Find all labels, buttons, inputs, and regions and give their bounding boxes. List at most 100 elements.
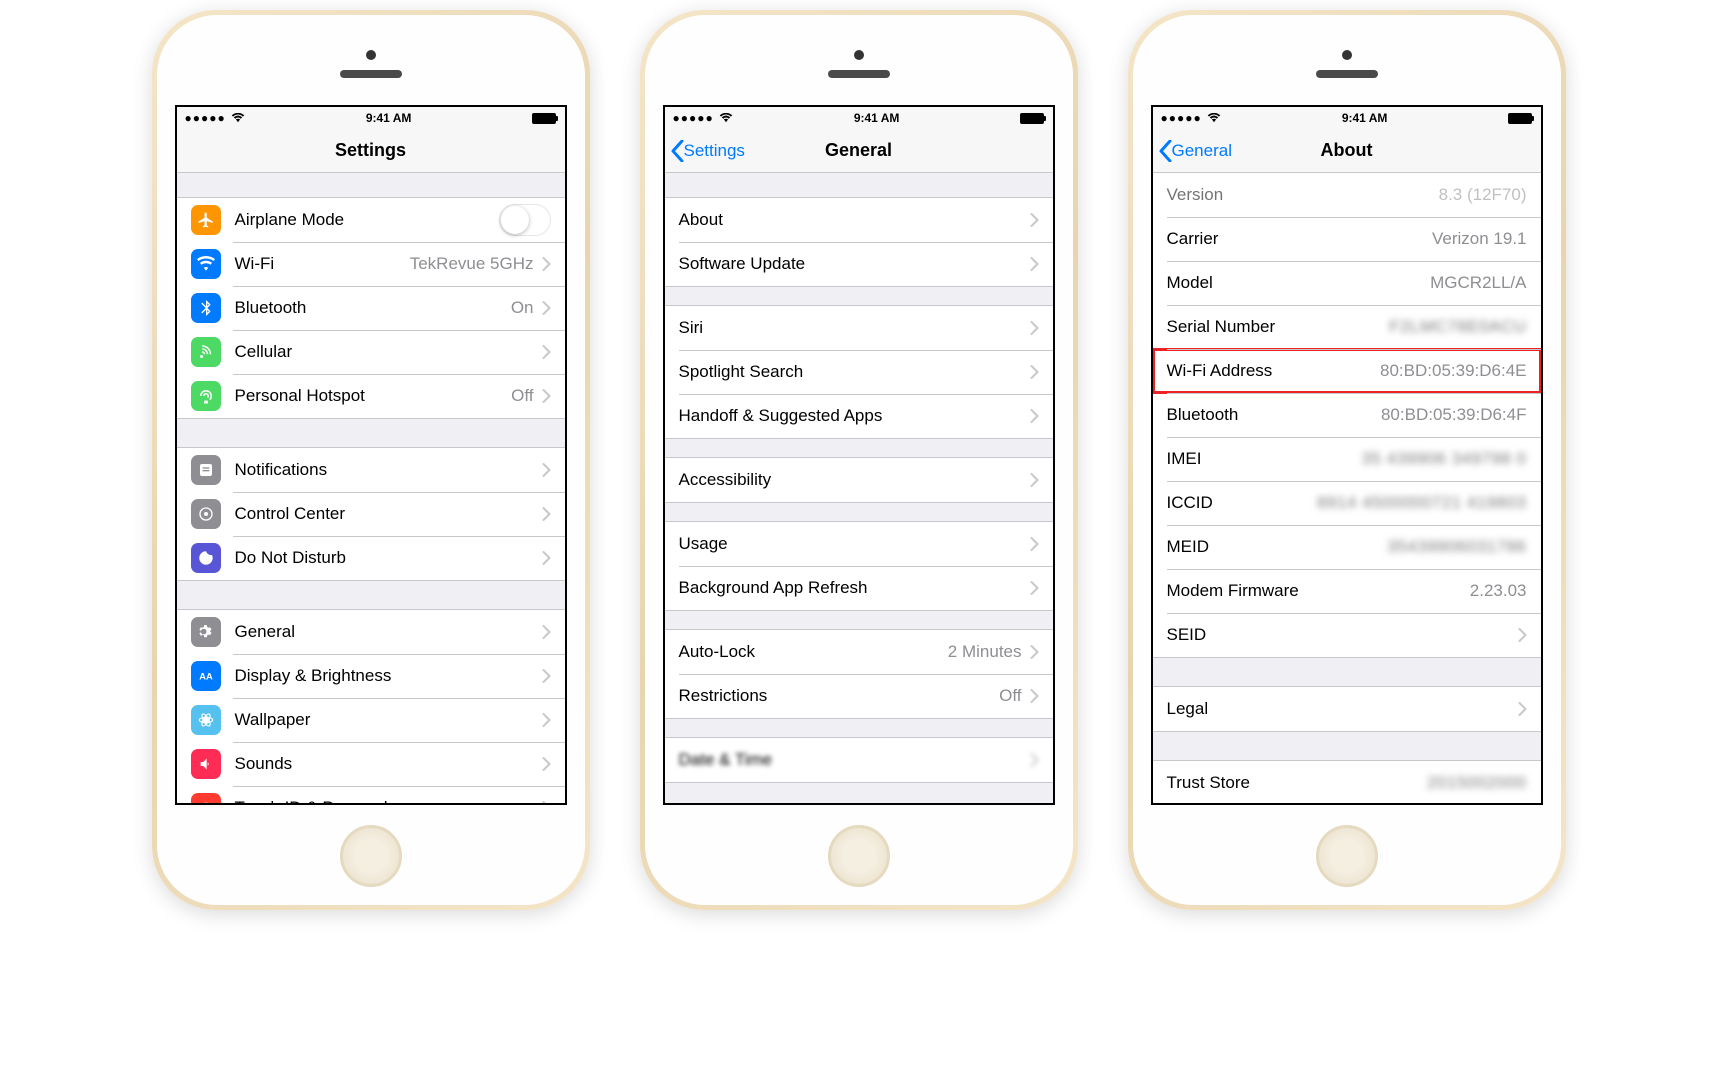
row-label: Wi-Fi	[235, 254, 410, 274]
row-label: Serial Number	[1167, 317, 1390, 337]
chevron-right-icon	[1030, 473, 1039, 487]
chevron-right-icon	[1518, 702, 1527, 716]
navbar: General About	[1153, 129, 1541, 173]
row-value: 2015002000	[1427, 773, 1527, 793]
about-list[interactable]: Version8.3 (12F70)CarrierVerizon 19.1Mod…	[1153, 173, 1541, 803]
row-label: Bluetooth	[1167, 405, 1381, 425]
chevron-right-icon	[1030, 365, 1039, 379]
row-value: F2LMC78E0ACU	[1389, 317, 1526, 337]
settings-row-background-app-refresh[interactable]: Background App Refresh	[665, 566, 1053, 610]
row-label: Carrier	[1167, 229, 1432, 249]
navbar: Settings General	[665, 129, 1053, 173]
settings-row-iccid: ICCID8914 4500000721 419803	[1153, 481, 1541, 525]
row-label: Cellular	[235, 342, 534, 362]
settings-row-about[interactable]: About	[665, 198, 1053, 242]
settings-row-modem-firmware: Modem Firmware2.23.03	[1153, 569, 1541, 613]
chevron-right-icon	[1030, 321, 1039, 335]
signal-dots-icon: ●●●●●	[1161, 111, 1202, 125]
row-value: 80:BD:05:39:D6:4F	[1381, 405, 1527, 425]
nav-back-button[interactable]: General	[1153, 140, 1232, 162]
chevron-right-icon	[1030, 645, 1039, 659]
chevron-right-icon	[1030, 409, 1039, 423]
settings-row-touch-id-passcode[interactable]: Touch ID & Passcode	[177, 786, 565, 803]
general-list[interactable]: About Software Update Siri Spotlight Search…	[665, 173, 1053, 803]
row-label: General	[235, 622, 534, 642]
row-label: Wallpaper	[235, 710, 534, 730]
nav-back-button[interactable]: Settings	[665, 140, 745, 162]
home-button[interactable]	[1316, 825, 1378, 887]
row-value: 8.3 (12F70)	[1439, 185, 1527, 205]
settings-row-personal-hotspot[interactable]: Personal HotspotOff	[177, 374, 565, 418]
settings-row-do-not-disturb[interactable]: Do Not Disturb	[177, 536, 565, 580]
bluetooth-icon	[191, 293, 221, 323]
settings-row-wi-fi[interactable]: Wi-FiTekRevue 5GHz	[177, 242, 565, 286]
row-label: Airplane Mode	[235, 210, 499, 230]
settings-row-siri[interactable]: Siri	[665, 306, 1053, 350]
row-label: Model	[1167, 273, 1431, 293]
row-label: Display & Brightness	[235, 666, 534, 686]
settings-row-general[interactable]: General	[177, 610, 565, 654]
row-label: Siri	[679, 318, 1022, 338]
chevron-right-icon	[542, 257, 551, 271]
settings-row-sounds[interactable]: Sounds	[177, 742, 565, 786]
settings-row-version: Version8.3 (12F70)	[1153, 173, 1541, 217]
settings-row-usage[interactable]: Usage	[665, 522, 1053, 566]
wifi-icon	[191, 249, 221, 279]
row-label: Version	[1167, 185, 1439, 205]
airplane-icon	[191, 205, 221, 235]
chevron-right-icon	[542, 389, 551, 403]
row-value: 8914 4500000721 419803	[1317, 493, 1527, 513]
chevron-right-icon	[542, 669, 551, 683]
status-time: 9:41 AM	[854, 111, 900, 125]
settings-row-date-time[interactable]: Date & Time	[665, 738, 1053, 782]
settings-row-auto-lock[interactable]: Auto-Lock2 Minutes	[665, 630, 1053, 674]
signal-dots-icon: ●●●●●	[185, 111, 226, 125]
row-value: 35439906031786	[1387, 537, 1526, 557]
row-label: SEID	[1167, 625, 1510, 645]
settings-row-model: ModelMGCR2LL/A	[1153, 261, 1541, 305]
chevron-right-icon	[542, 463, 551, 477]
settings-row-airplane-mode[interactable]: Airplane Mode	[177, 198, 565, 242]
row-value: TekRevue 5GHz	[410, 254, 534, 274]
settings-row-legal[interactable]: Legal	[1153, 687, 1541, 731]
sounds-icon	[191, 749, 221, 779]
settings-row-restrictions[interactable]: RestrictionsOff	[665, 674, 1053, 718]
row-label: Personal Hotspot	[235, 386, 512, 406]
home-button[interactable]	[828, 825, 890, 887]
status-bar: ●●●●● 9:41 AM	[177, 107, 565, 129]
row-label: Usage	[679, 534, 1022, 554]
chevron-right-icon	[1030, 213, 1039, 227]
settings-row-control-center[interactable]: Control Center	[177, 492, 565, 536]
hotspot-icon	[191, 381, 221, 411]
settings-row-wallpaper[interactable]: Wallpaper	[177, 698, 565, 742]
settings-row-software-update[interactable]: Software Update	[665, 242, 1053, 286]
row-label: Legal	[1167, 699, 1510, 719]
wifi-icon	[1207, 113, 1221, 123]
row-label: Auto-Lock	[679, 642, 948, 662]
settings-row-notifications[interactable]: Notifications	[177, 448, 565, 492]
wifi-icon	[231, 113, 245, 123]
settings-row-handoff-suggested-apps[interactable]: Handoff & Suggested Apps	[665, 394, 1053, 438]
settings-row-spotlight-search[interactable]: Spotlight Search	[665, 350, 1053, 394]
status-bar: ●●●●● 9:41 AM	[1153, 107, 1541, 129]
row-label: About	[679, 210, 1022, 230]
chevron-right-icon	[1030, 689, 1039, 703]
battery-icon	[532, 113, 556, 124]
toggle-switch[interactable]	[499, 204, 551, 236]
row-label: Sounds	[235, 754, 534, 774]
settings-row-meid: MEID35439906031786	[1153, 525, 1541, 569]
settings-row-accessibility[interactable]: Accessibility	[665, 458, 1053, 502]
nav-back-label: General	[1172, 141, 1232, 161]
settings-row-bluetooth[interactable]: BluetoothOn	[177, 286, 565, 330]
settings-list[interactable]: Airplane ModeWi-FiTekRevue 5GHzBluetooth…	[177, 173, 565, 803]
settings-row-display-brightness[interactable]: AADisplay & Brightness	[177, 654, 565, 698]
row-value: Off	[511, 386, 533, 406]
row-label: Software Update	[679, 254, 1022, 274]
row-value: Off	[999, 686, 1021, 706]
chevron-right-icon	[542, 345, 551, 359]
row-label: Wi-Fi Address	[1167, 361, 1381, 381]
settings-row-seid[interactable]: SEID	[1153, 613, 1541, 657]
home-button[interactable]	[340, 825, 402, 887]
general-icon	[191, 617, 221, 647]
settings-row-cellular[interactable]: Cellular	[177, 330, 565, 374]
